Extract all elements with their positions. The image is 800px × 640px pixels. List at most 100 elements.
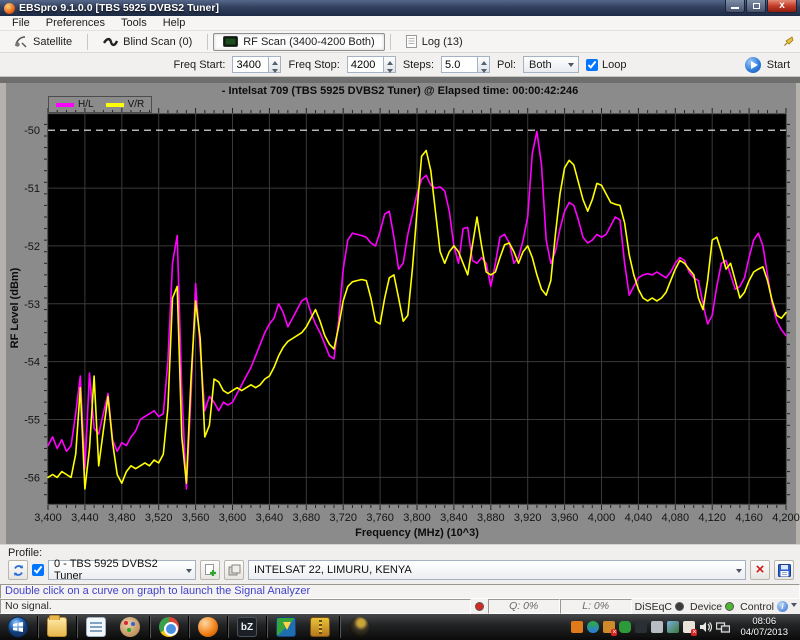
save-floppy-icon <box>778 564 791 577</box>
toolbar: Satellite Blind Scan (0) RF Scan (3400-4… <box>0 31 800 53</box>
taskbar-sphere-app[interactable] <box>343 615 375 639</box>
tray-update-icon[interactable] <box>667 621 679 633</box>
play-icon <box>745 57 761 73</box>
maximize-button[interactable] <box>746 0 766 13</box>
refresh-button[interactable] <box>8 560 28 580</box>
rf-scan-tab[interactable]: RF Scan (3400-4200 Both) <box>213 33 384 51</box>
rf-scan-plot[interactable]: 3,4003,4403,4803,5203,5603,6003,6403,680… <box>0 77 800 544</box>
svg-text:3,480: 3,480 <box>108 512 136 524</box>
hint-bar: Double click on a curve on graph to laun… <box>0 584 800 599</box>
device-select[interactable]: 0 - TBS 5925 DVBS2 Tuner <box>48 560 196 580</box>
taskbar: bZ 08:06 04/07/2013 <box>0 614 800 640</box>
delete-button[interactable]: × <box>750 560 770 580</box>
taskbar-bz-app[interactable]: bZ <box>231 615 263 639</box>
svg-text:3,640: 3,640 <box>256 512 284 524</box>
tray-orange-icon[interactable] <box>571 621 583 633</box>
chart-legend: H/L V/R <box>48 96 152 113</box>
chrome-icon <box>159 617 179 637</box>
taskbar-notepad[interactable] <box>80 615 112 639</box>
copy-icon <box>228 564 241 577</box>
svg-text:3,960: 3,960 <box>551 512 579 524</box>
tray-bz-icon[interactable] <box>635 621 647 633</box>
y-axis-label: RF Level (dBm) <box>9 263 21 353</box>
app-window: EBSpro 9.1.0.0 [TBS 5925 DVBS2 Tuner] x … <box>0 0 800 640</box>
control-menu[interactable]: Controli <box>737 599 800 614</box>
svg-text:4,000: 4,000 <box>588 512 616 524</box>
pol-select[interactable]: Both <box>523 56 579 73</box>
add-profile-button[interactable] <box>200 560 220 580</box>
menu-tools[interactable]: Tools <box>113 16 155 31</box>
satellite-select[interactable]: INTELSAT 22, LIMURU, KENYA <box>248 560 746 580</box>
pol-label: Pol: <box>497 59 516 71</box>
freq-start-spinner[interactable] <box>232 56 281 73</box>
svg-text:3,560: 3,560 <box>182 512 210 524</box>
freq-stop-spinner[interactable] <box>347 56 396 73</box>
minimize-button[interactable] <box>725 0 745 13</box>
steps-spinner[interactable] <box>441 56 490 73</box>
tray-flag-icon[interactable] <box>683 621 695 633</box>
freq-start-label: Freq Start: <box>174 59 226 71</box>
svg-text:-53: -53 <box>24 299 40 311</box>
steps-spin-buttons[interactable] <box>477 56 490 73</box>
info-icon: i <box>777 601 788 612</box>
menu-help[interactable]: Help <box>155 16 194 31</box>
volume-icon[interactable] <box>699 621 712 633</box>
svg-text:3,400: 3,400 <box>34 512 62 524</box>
svg-text:3,880: 3,880 <box>477 512 505 524</box>
refresh-icon <box>12 564 25 577</box>
taskbar-explorer[interactable] <box>41 615 73 639</box>
freq-stop-input[interactable] <box>347 56 383 73</box>
taskbar-idm[interactable] <box>270 615 302 639</box>
pin-icon[interactable] <box>784 36 794 46</box>
profile-enabled-checkbox[interactable] <box>32 564 44 576</box>
steps-input[interactable] <box>441 56 477 73</box>
log-button[interactable]: Log (13) <box>396 33 473 51</box>
record-indicator <box>475 602 484 611</box>
network-icon[interactable] <box>716 621 730 633</box>
menu-file[interactable]: File <box>4 16 38 31</box>
loop-checkbox[interactable] <box>586 59 598 71</box>
tray-swirl-icon[interactable] <box>587 621 599 633</box>
freq-start-input[interactable] <box>232 56 268 73</box>
chevron-down-icon <box>791 603 797 610</box>
svg-text:3,600: 3,600 <box>219 512 247 524</box>
tray-usb-icon[interactable] <box>651 621 663 633</box>
download-manager-icon <box>276 617 296 637</box>
archive-icon <box>310 617 330 637</box>
orange-ball-icon <box>198 617 218 637</box>
chevron-down-icon <box>736 565 745 576</box>
svg-text:-52: -52 <box>24 241 40 253</box>
taskbar-paint[interactable] <box>114 615 146 639</box>
dark-sphere-icon <box>349 617 369 637</box>
svg-text:4,200: 4,200 <box>772 512 800 524</box>
save-button[interactable] <box>774 560 794 580</box>
quality-meter: Q: 0% <box>488 599 560 614</box>
tray-green-icon[interactable] <box>619 621 631 633</box>
svg-text:3,520: 3,520 <box>145 512 173 524</box>
menubar: File Preferences Tools Help <box>0 16 800 31</box>
paint-palette-icon <box>120 617 140 637</box>
taskbar-winrar[interactable] <box>304 615 336 639</box>
freq-stop-spin-buttons[interactable] <box>383 56 396 73</box>
svg-text:-55: -55 <box>24 415 40 427</box>
close-button[interactable]: x <box>767 0 797 13</box>
taskbar-chrome[interactable] <box>153 615 185 639</box>
start-button[interactable]: Start <box>745 57 790 73</box>
window-title: EBSpro 9.1.0.0 [TBS 5925 DVBS2 Tuner] <box>19 2 219 14</box>
menu-preferences[interactable]: Preferences <box>38 16 113 31</box>
blind-scan-button[interactable]: Blind Scan (0) <box>93 33 202 51</box>
tray-alert-icon[interactable] <box>603 621 615 633</box>
start-button-orb[interactable] <box>2 615 34 639</box>
freq-start-spin-buttons[interactable] <box>268 56 281 73</box>
satellite-button[interactable]: Satellite <box>4 33 82 51</box>
copy-profile-button[interactable] <box>224 560 244 580</box>
svg-text:-51: -51 <box>24 183 40 195</box>
status-bar: No signal. Q: 0% L: 0% DiSEqC Device Con… <box>0 599 800 614</box>
svg-text:3,800: 3,800 <box>403 512 431 524</box>
profile-bar: Profile: 0 - TBS 5925 DVBS2 Tuner INTELS… <box>0 544 800 584</box>
taskbar-app-orange[interactable] <box>192 615 224 639</box>
delete-x-icon: × <box>756 565 765 575</box>
svg-text:4,160: 4,160 <box>735 512 763 524</box>
taskbar-clock[interactable]: 08:06 04/07/2013 <box>734 616 794 638</box>
loop-label: Loop <box>602 59 626 71</box>
